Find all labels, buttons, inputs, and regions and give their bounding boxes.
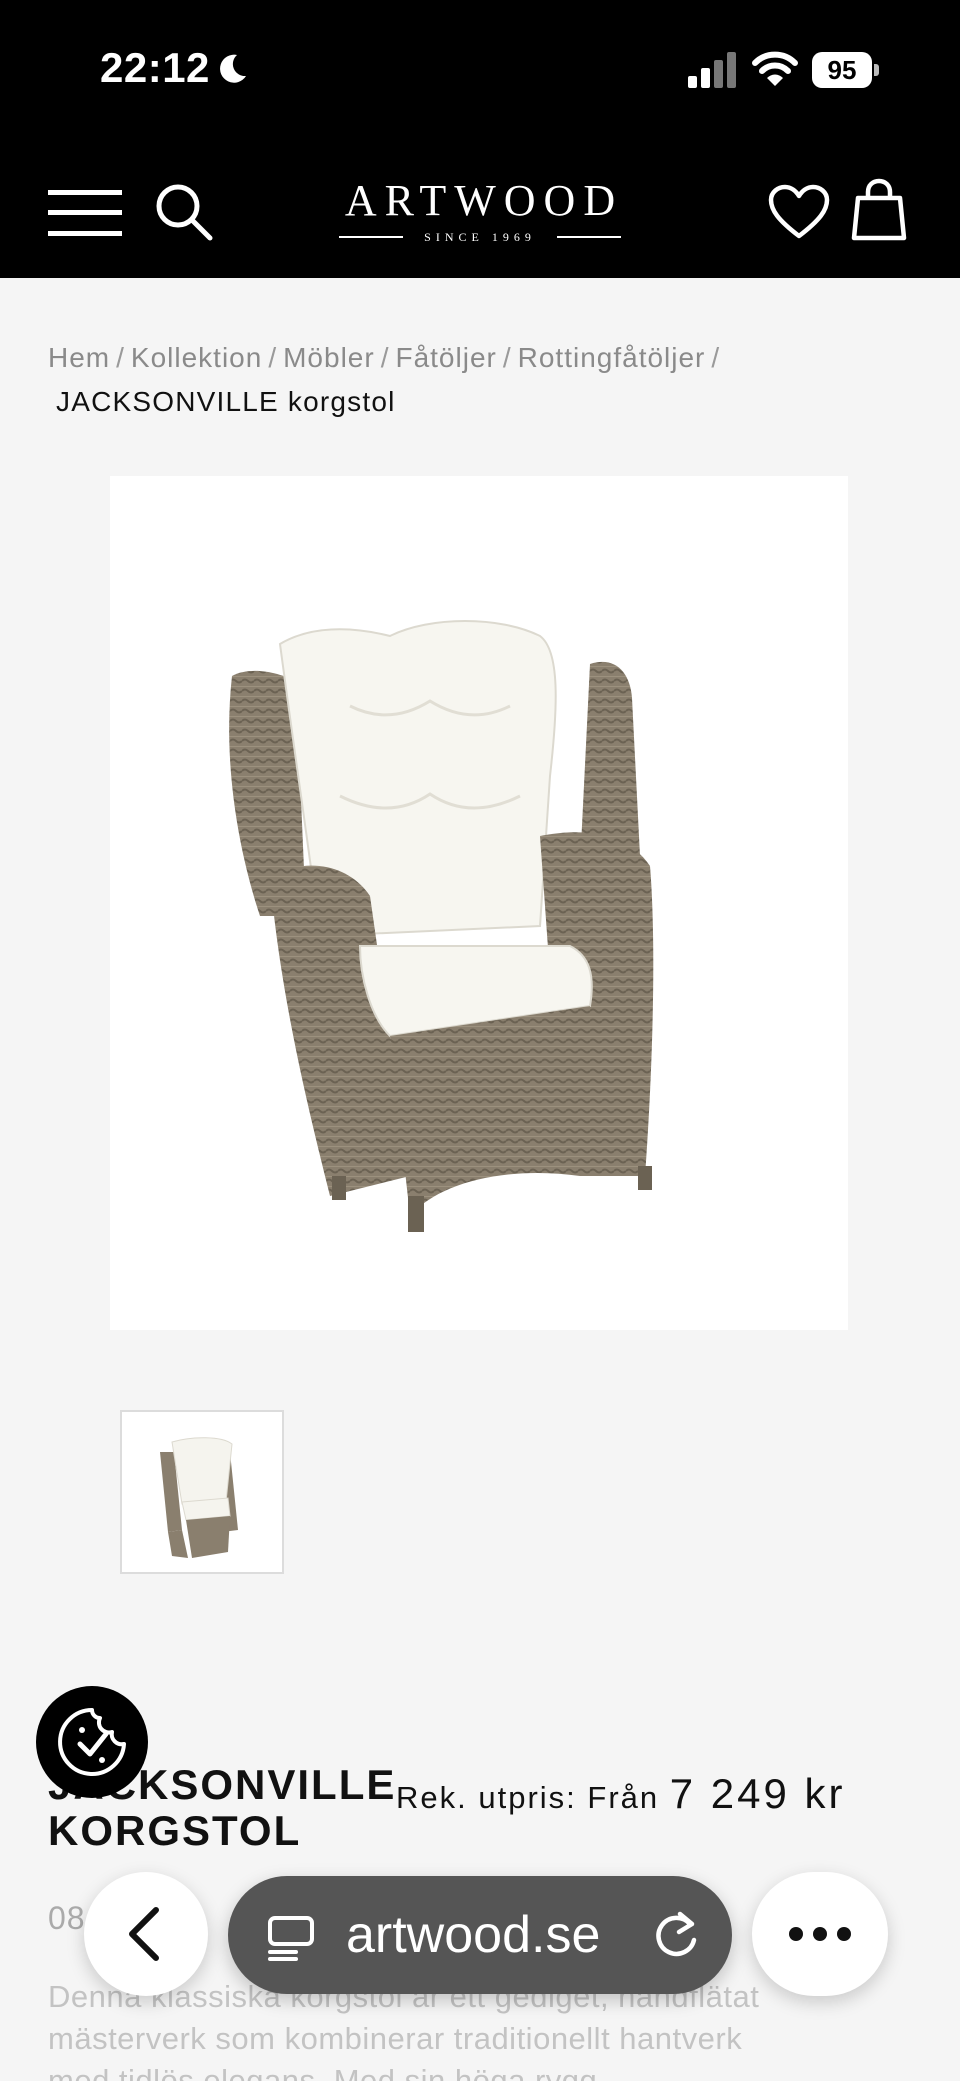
- more-button[interactable]: [752, 1872, 888, 1996]
- battery-level: 95: [812, 52, 872, 88]
- cookie-settings-button[interactable]: [36, 1686, 148, 1798]
- signal-icon: [688, 52, 736, 88]
- product-thumbnail[interactable]: [120, 1410, 284, 1574]
- product-sku: 08: [48, 1900, 86, 1936]
- battery-tip: [874, 64, 879, 76]
- address-bar[interactable]: artwood.se: [228, 1876, 732, 1994]
- price-label: Rek. utpris: Från: [396, 1780, 660, 1815]
- status-time: 22:12: [100, 44, 210, 91]
- product-price: Rek. utpris: Från 7 249 kr: [396, 1770, 846, 1818]
- artwood-logo[interactable]: ARTWOOD SINCE 1969: [335, 178, 625, 244]
- search-icon[interactable]: [154, 182, 214, 242]
- bag-icon[interactable]: [850, 178, 908, 242]
- logo-rule-right: [557, 236, 621, 238]
- back-button[interactable]: [84, 1872, 208, 1996]
- more-icon: [789, 1927, 851, 1941]
- breadcrumb-separator: /: [380, 342, 390, 373]
- wifi-icon: [752, 51, 798, 86]
- cookie-icon: [58, 1708, 126, 1776]
- moon-icon: [220, 54, 246, 83]
- thumbnail-chair-illustration: [160, 1437, 238, 1558]
- breadcrumb-mobler[interactable]: Möbler: [283, 342, 375, 373]
- wicker-chair-illustration: [229, 620, 654, 1232]
- breadcrumb-separator: /: [116, 342, 125, 373]
- url-text[interactable]: artwood.se: [346, 1904, 600, 1966]
- tabs-icon[interactable]: [266, 1912, 316, 1962]
- breadcrumb-separator: /: [502, 342, 512, 373]
- logo-wordmark: ARTWOOD: [344, 176, 624, 225]
- breadcrumb-separator: /: [711, 342, 721, 373]
- description-line: med tidlös elegans. Med sin höga rygg: [48, 2063, 598, 2081]
- breadcrumb-hem[interactable]: Hem: [48, 342, 110, 373]
- description-line: mästerverk som kombinerar traditionellt …: [48, 2021, 743, 2056]
- breadcrumb-current: JACKSONVILLE korgstol: [56, 386, 396, 417]
- breadcrumb-rottingfatoljer[interactable]: Rottingfåtöljer: [518, 342, 706, 373]
- breadcrumb-fatoljer[interactable]: Fåtöljer: [395, 342, 496, 373]
- breadcrumb-kollektion[interactable]: Kollektion: [131, 342, 262, 373]
- breadcrumb: Hem / Kollektion / Möbler / Fåtöljer / Rottingfå…: [48, 336, 928, 424]
- logo-subline: SINCE 1969: [335, 228, 625, 244]
- logo-rule-left: [339, 236, 403, 238]
- breadcrumb-separator: /: [268, 342, 278, 373]
- status-bar: 22:12 95: [0, 0, 960, 140]
- product-main-image[interactable]: [110, 476, 848, 1330]
- site-header: ARTWOOD SINCE 1969: [0, 140, 960, 278]
- battery-indicator: 95: [812, 52, 879, 88]
- chevron-left-icon: [129, 1907, 159, 1961]
- heart-icon[interactable]: [768, 184, 830, 240]
- logo-tagline: SINCE 1969: [424, 230, 536, 244]
- menu-icon[interactable]: [48, 188, 122, 238]
- price-value: 7 249 kr: [669, 1770, 846, 1817]
- reload-icon[interactable]: [652, 1910, 702, 1962]
- product-title-line2: KORGSTOL: [48, 1807, 302, 1854]
